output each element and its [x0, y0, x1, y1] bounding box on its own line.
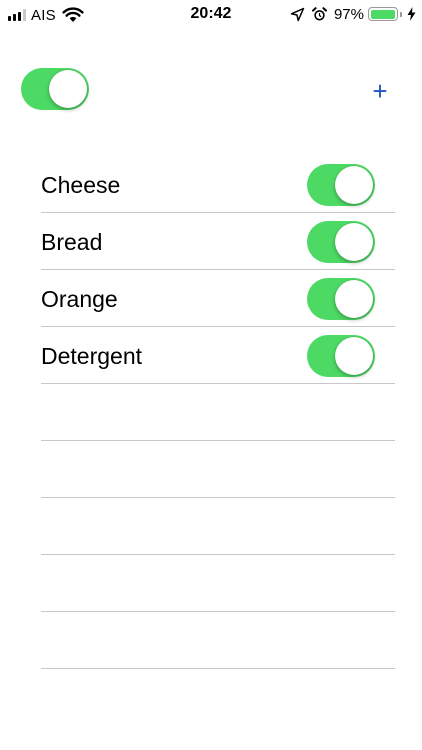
item-label: Cheese — [41, 172, 121, 198]
item-label: Bread — [41, 229, 103, 255]
status-right: 97% — [290, 5, 416, 23]
empty-list-row — [41, 612, 395, 669]
item-toggle[interactable] — [307, 278, 375, 320]
list-item[interactable]: Orange — [41, 270, 395, 327]
empty-list-row — [41, 441, 395, 498]
list-item[interactable]: Detergent — [41, 327, 395, 384]
battery-icon — [368, 7, 398, 21]
toggle-knob — [335, 280, 373, 318]
status-bar: AIS 20:42 97% — [0, 0, 422, 28]
empty-list-row — [41, 384, 395, 441]
battery-percent: 97% — [333, 5, 364, 23]
location-icon — [290, 7, 305, 21]
toggle-knob — [335, 337, 373, 375]
list-item[interactable]: Cheese — [41, 156, 395, 213]
alarm-icon — [311, 6, 327, 20]
toggle-knob — [335, 223, 373, 261]
list-item[interactable]: Bread — [41, 213, 395, 270]
item-list: Cheese Bread Orange Detergent — [41, 156, 395, 669]
item-toggle[interactable] — [307, 221, 375, 263]
charging-bolt-icon — [407, 7, 416, 21]
toggle-knob — [49, 70, 87, 108]
toggle-knob — [335, 166, 373, 204]
item-label: Orange — [41, 286, 118, 312]
item-label: Detergent — [41, 343, 143, 369]
master-toggle[interactable] — [21, 68, 89, 110]
item-toggle[interactable] — [307, 164, 375, 206]
add-button[interactable]: + — [366, 76, 394, 106]
battery-tip — [400, 11, 402, 17]
item-toggle[interactable] — [307, 335, 375, 377]
empty-list-row — [41, 498, 395, 555]
empty-list-row — [41, 555, 395, 612]
